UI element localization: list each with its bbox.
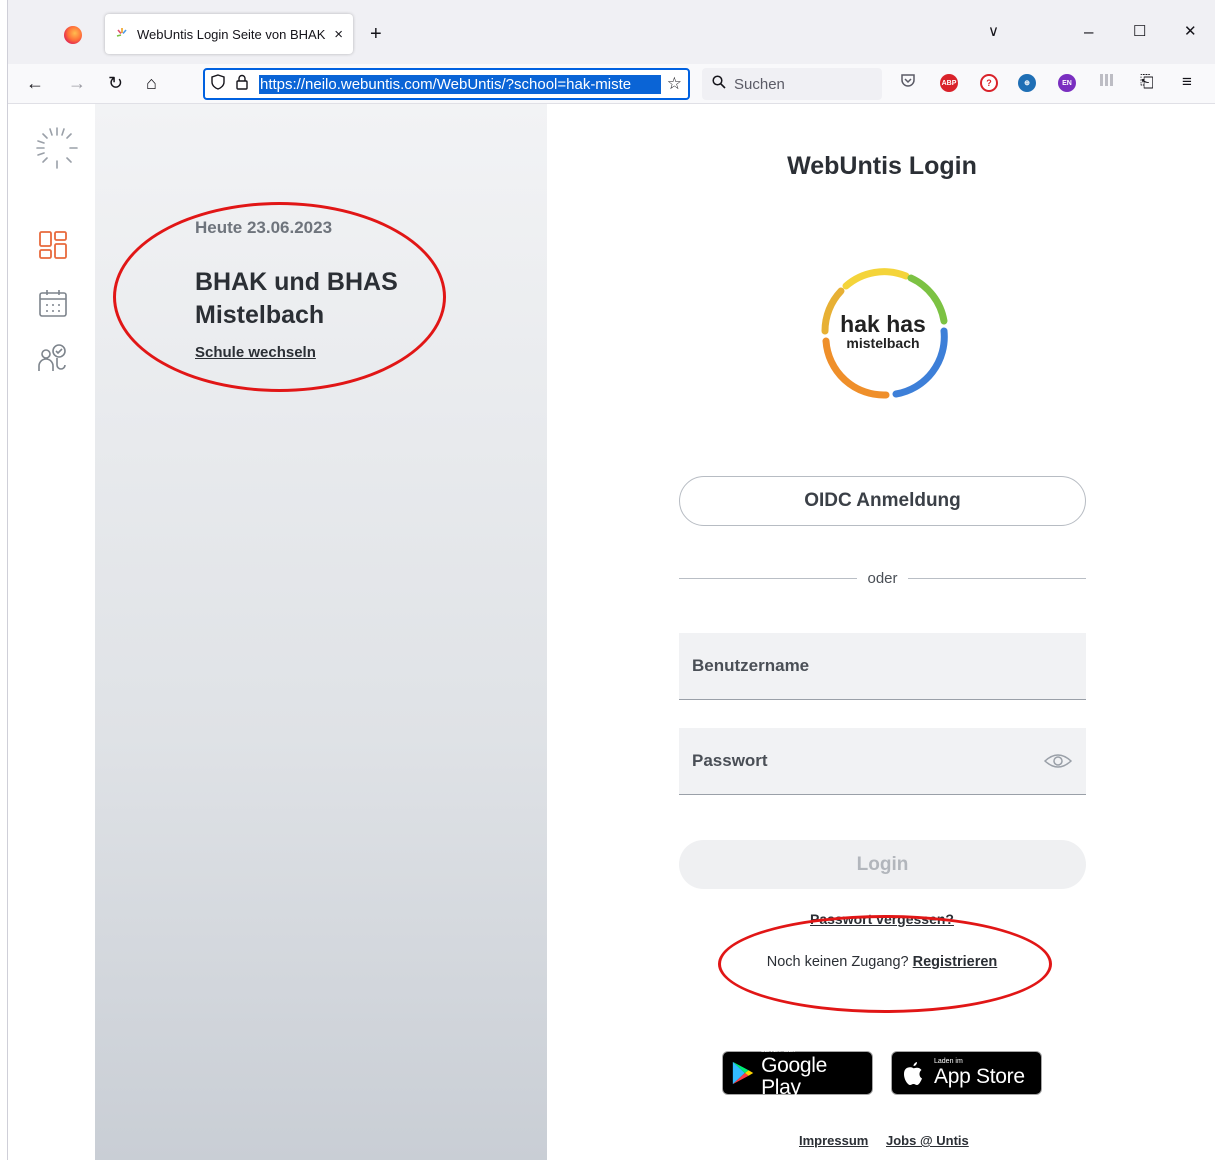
webuntis-favicon-icon — [115, 27, 129, 41]
search-bar[interactable]: Suchen — [702, 68, 882, 100]
school-name: BHAK und BHAS Mistelbach — [195, 268, 398, 329]
forgot-password-link[interactable]: Passwort vergessen? — [680, 911, 1084, 927]
browser-tab[interactable]: WebUntis Login Seite von BHAK × — [105, 14, 353, 54]
dashboard-icon[interactable] — [37, 229, 69, 261]
loading-spinner-icon — [36, 127, 78, 169]
app-store-badge[interactable]: Laden im App Store — [891, 1051, 1042, 1095]
close-tab-icon[interactable]: × — [334, 26, 343, 43]
or-divider: oder — [679, 568, 1086, 588]
new-tab-button[interactable]: + — [370, 24, 382, 44]
username-field[interactable] — [679, 633, 1086, 700]
minimize-button[interactable]: – — [1084, 22, 1093, 42]
app-store-text: App Store — [934, 1065, 1025, 1088]
divider-line — [679, 577, 858, 579]
google-play-text: Google Play — [761, 1054, 827, 1099]
window-edge — [0, 0, 8, 1160]
search-icon — [712, 75, 726, 93]
jobs-link[interactable]: Jobs @ Untis — [886, 1133, 969, 1148]
url-text[interactable]: https://neilo.webuntis.com/WebUntis/?sch… — [259, 74, 661, 94]
register-link[interactable]: Registrieren — [913, 954, 998, 970]
firefox-icon[interactable] — [64, 26, 82, 44]
username-input[interactable] — [692, 656, 1073, 676]
home-button[interactable]: ⌂ — [146, 71, 157, 95]
back-button[interactable]: ← — [26, 71, 44, 95]
password-input[interactable] — [692, 751, 1043, 771]
maximize-button[interactable]: ☐ — [1133, 22, 1146, 42]
extensions-puzzle-icon[interactable]: ⎗ — [1140, 72, 1154, 92]
shield-icon[interactable] — [211, 73, 225, 95]
apple-icon — [904, 1062, 922, 1085]
extension-blue-icon[interactable]: ⊕ — [1018, 74, 1036, 92]
reload-button[interactable]: ↻ — [108, 71, 123, 95]
login-button[interactable]: Login — [679, 840, 1086, 889]
today-date: Heute 23.06.2023 — [195, 218, 333, 237]
extension-red-icon[interactable]: ? — [980, 74, 998, 92]
no-access-label: Noch keinen Zugang? — [766, 954, 909, 970]
library-icon[interactable] — [1099, 72, 1115, 93]
school-logo: hak has mistelbach — [821, 268, 948, 399]
switch-school-link[interactable]: Schule wechseln — [195, 344, 316, 361]
app-sidebar — [9, 104, 95, 1160]
people-icon[interactable] — [37, 342, 69, 374]
adblock-plus-icon[interactable]: ABP — [940, 74, 958, 92]
search-placeholder: Suchen — [734, 75, 785, 93]
divider-line — [907, 577, 1086, 579]
google-play-badge[interactable]: JETZT BEI Google Play — [722, 1047, 873, 1099]
calendar-icon[interactable] — [37, 287, 69, 319]
lock-icon[interactable] — [235, 74, 249, 95]
menu-hamburger-icon[interactable]: ≡ — [1182, 72, 1192, 92]
list-all-tabs-button[interactable]: ∨ — [988, 22, 999, 42]
divider-text: oder — [867, 569, 898, 587]
forward-button[interactable]: → — [68, 71, 86, 95]
close-window-button[interactable]: ✕ — [1184, 22, 1197, 42]
logo-text-bottom: mistelbach — [846, 335, 919, 351]
pocket-icon[interactable] — [900, 72, 916, 93]
school-info-panel: Heute 23.06.2023 BHAK und BHAS Mistelbac… — [95, 104, 547, 1160]
oidc-login-button[interactable]: OIDC Anmeldung — [679, 476, 1086, 526]
show-password-eye-icon[interactable] — [1043, 751, 1073, 771]
google-play-icon — [732, 1061, 754, 1085]
address-bar[interactable]: https://neilo.webuntis.com/WebUntis/?sch… — [203, 68, 690, 100]
tab-title: WebUntis Login Seite von BHAK — [137, 26, 326, 42]
password-field[interactable] — [679, 728, 1086, 795]
bookmark-star-icon[interactable]: ☆ — [667, 74, 682, 94]
impressum-link[interactable]: Impressum — [799, 1133, 868, 1148]
logo-text-top: hak has — [840, 311, 926, 337]
no-access-text: Noch keinen Zugang? Registrieren — [680, 954, 1084, 970]
login-title: WebUntis Login — [787, 152, 977, 180]
language-extension-icon[interactable]: EN — [1058, 74, 1076, 92]
